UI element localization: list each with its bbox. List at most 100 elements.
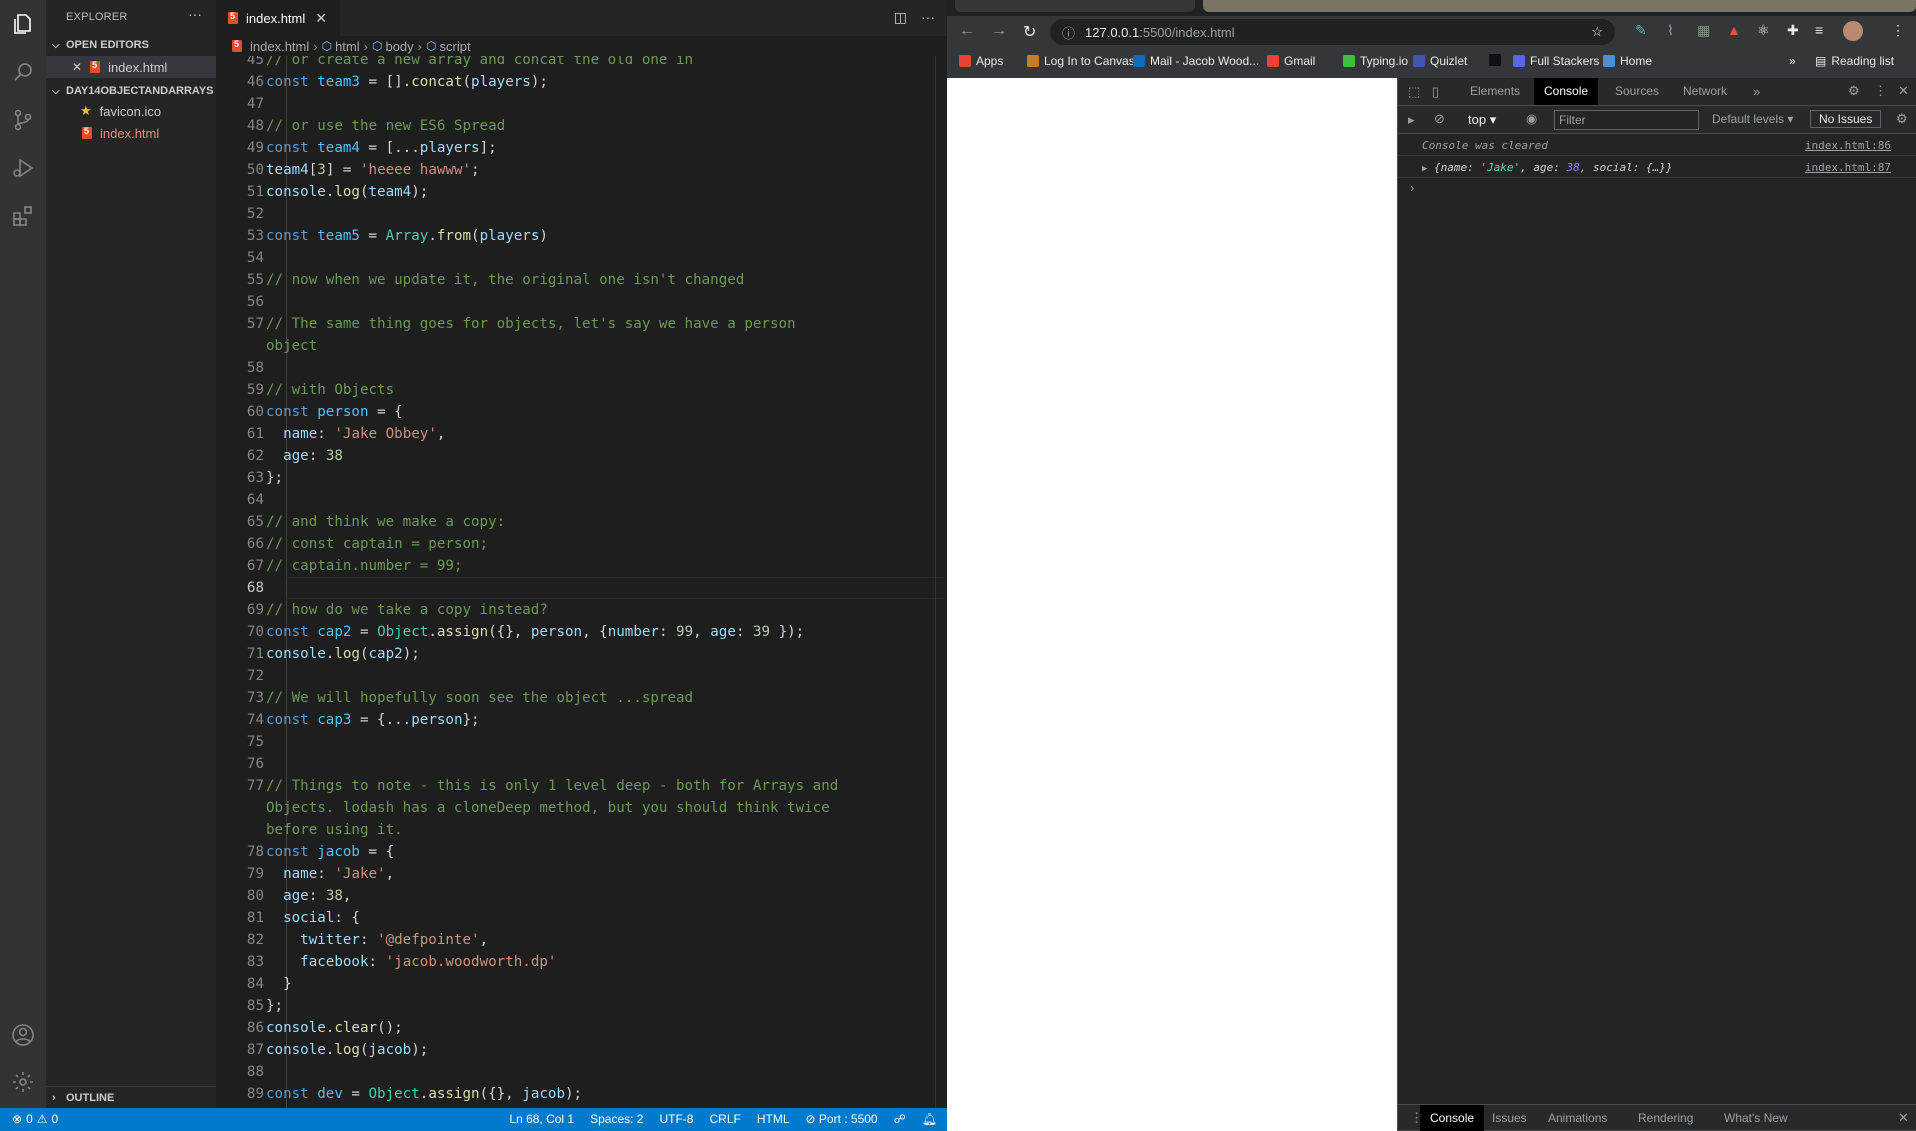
explorer-icon[interactable] bbox=[9, 10, 37, 38]
forward-icon[interactable]: → bbox=[991, 22, 1007, 40]
media-control-icon[interactable]: ≡ bbox=[1815, 22, 1823, 38]
drawer-tab[interactable]: Animations bbox=[1538, 1105, 1617, 1131]
bookmark-item[interactable]: Typing.io bbox=[1343, 54, 1408, 68]
code-line[interactable]: console.clear(); bbox=[266, 1017, 403, 1039]
bell-icon[interactable]: 🔔︎ bbox=[922, 1112, 937, 1126]
code-line[interactable]: const dev = Object.assign({}, jacob); bbox=[266, 1083, 582, 1105]
live-server-port[interactable]: ⊘ Port : 5500 bbox=[806, 1112, 878, 1126]
inspect-element-icon[interactable]: ⬚ bbox=[1408, 84, 1420, 100]
file-item[interactable]: ★ favicon.ico bbox=[46, 100, 216, 122]
bookmark-item[interactable]: Quizlet bbox=[1413, 54, 1467, 68]
extension-icon[interactable]: ▲ bbox=[1727, 22, 1741, 38]
run-debug-icon[interactable] bbox=[9, 154, 37, 182]
close-icon[interactable]: ✕ bbox=[72, 60, 82, 74]
feedback-icon[interactable]: ☍ bbox=[894, 1112, 906, 1126]
more-options-icon[interactable]: ⋮ bbox=[1874, 83, 1887, 99]
extensions-puzzle-icon[interactable]: ✚ bbox=[1787, 22, 1799, 39]
live-expression-eye-icon[interactable]: ◉ bbox=[1526, 111, 1537, 127]
settings-gear-icon[interactable] bbox=[9, 1068, 37, 1096]
code-line[interactable]: // now when we update it, the original o… bbox=[266, 269, 744, 291]
drawer-tab[interactable]: Console bbox=[1420, 1105, 1485, 1131]
breadcrumb-item[interactable]: html bbox=[335, 39, 360, 54]
more-actions-icon[interactable]: ··· bbox=[921, 9, 935, 26]
context-selector[interactable]: top ▾ bbox=[1468, 112, 1496, 128]
bookmark-star-icon[interactable]: ☆ bbox=[1591, 24, 1603, 40]
folder-section[interactable]: ⌵ DAY14OBJECTANDARRAYS bbox=[46, 80, 216, 102]
source-control-icon[interactable] bbox=[9, 106, 37, 134]
code-line[interactable]: const cap3 = {...person}; bbox=[266, 709, 480, 731]
bookmark-item[interactable]: Full Stackers bbox=[1513, 54, 1599, 68]
code-line[interactable]: const team5 = Array.from(players) bbox=[266, 225, 548, 247]
error-icon[interactable]: ⊗ bbox=[12, 1112, 22, 1126]
extension-icon[interactable]: ▦ bbox=[1697, 22, 1710, 39]
file-item[interactable]: index.html bbox=[46, 122, 216, 144]
code-line[interactable]: // Things to note - this is only 1 level… bbox=[266, 775, 838, 797]
close-drawer-icon[interactable]: ✕ bbox=[1898, 1110, 1909, 1126]
back-icon[interactable]: ← bbox=[959, 22, 975, 40]
close-icon[interactable]: ✕ bbox=[315, 10, 327, 27]
console-settings-icon[interactable]: ⚙ bbox=[1896, 111, 1908, 127]
settings-gear-icon[interactable]: ⚙ bbox=[1848, 83, 1860, 99]
breadcrumb-item[interactable]: script bbox=[440, 39, 471, 54]
code-line[interactable]: // captain.number = 99; bbox=[266, 555, 462, 577]
code-line[interactable]: // with Objects bbox=[266, 379, 394, 401]
extensions-icon[interactable] bbox=[9, 202, 37, 230]
bookmark-item[interactable]: Home bbox=[1603, 54, 1652, 68]
indentation[interactable]: Spaces: 2 bbox=[590, 1112, 643, 1126]
code-area[interactable]: 45// or create a new array and concat th… bbox=[216, 56, 947, 1108]
line-endings[interactable]: CRLF bbox=[709, 1112, 740, 1126]
more-actions-button[interactable]: ··· bbox=[188, 6, 202, 22]
logged-object[interactable]: {name: 'Jake', age: 38, social: {…}} bbox=[1434, 161, 1672, 174]
more-tabs-icon[interactable]: » bbox=[1753, 84, 1760, 99]
console-message[interactable]: ▶ {name: 'Jake', age: 38, social: {…}} i… bbox=[1398, 157, 1916, 178]
code-line[interactable]: console.log(team4); bbox=[266, 181, 428, 203]
drawer-tab[interactable]: Issues bbox=[1482, 1105, 1537, 1131]
language-mode[interactable]: HTML bbox=[757, 1112, 790, 1126]
tab-index-html[interactable]: index.html ✕ bbox=[216, 0, 340, 36]
code-line[interactable]: const team3 = [].concat(players); bbox=[266, 71, 548, 93]
code-line[interactable]: Objects. lodash has a cloneDeep method, … bbox=[266, 797, 830, 819]
url-input[interactable]: ⓘ 127.0.0.1:5500/index.html ☆ bbox=[1050, 19, 1615, 45]
warning-icon[interactable]: ⚠ bbox=[37, 1112, 48, 1126]
devtools-tab-elements[interactable]: Elements bbox=[1460, 78, 1530, 105]
cursor-position[interactable]: Ln 68, Col 1 bbox=[509, 1112, 574, 1126]
code-line[interactable]: console.log(cap2); bbox=[266, 643, 420, 665]
code-line[interactable]: facebook: 'jacob.woodworth.dp' bbox=[266, 951, 556, 973]
code-line[interactable]: object bbox=[266, 335, 317, 357]
close-devtools-icon[interactable]: ✕ bbox=[1898, 83, 1909, 99]
clear-console-icon[interactable]: ⊘ bbox=[1434, 111, 1445, 127]
log-levels-dropdown[interactable]: Default levels ▾ bbox=[1712, 112, 1793, 126]
source-link[interactable]: index.html:86 bbox=[1805, 135, 1891, 156]
info-icon[interactable]: ⓘ bbox=[1062, 23, 1075, 42]
breadcrumb-item[interactable]: body bbox=[385, 39, 413, 54]
code-line[interactable]: team4[3] = 'heeee hawww'; bbox=[266, 159, 480, 181]
open-editor-item[interactable]: ✕ index.html bbox=[46, 56, 216, 78]
console-prompt[interactable]: › bbox=[1410, 180, 1414, 195]
reading-list-button[interactable]: ▤ Reading list bbox=[1815, 54, 1894, 68]
code-line[interactable]: // const captain = person; bbox=[266, 533, 488, 555]
bookmark-item[interactable] bbox=[1489, 54, 1501, 66]
browser-tab[interactable] bbox=[1203, 0, 1916, 12]
bookmark-item[interactable]: Gmail bbox=[1267, 54, 1315, 68]
code-line[interactable]: // We will hopefully soon see the object… bbox=[266, 687, 693, 709]
error-count[interactable]: 0 bbox=[26, 1112, 33, 1126]
open-editors-section[interactable]: ⌵ OPEN EDITORS bbox=[46, 34, 216, 56]
browser-tab[interactable] bbox=[955, 0, 1195, 12]
encoding[interactable]: UTF-8 bbox=[659, 1112, 693, 1126]
code-line[interactable]: const team4 = [...players]; bbox=[266, 137, 497, 159]
code-line[interactable]: social: { bbox=[266, 907, 360, 929]
code-line[interactable]: const jacob = { bbox=[266, 841, 394, 863]
menu-kebab-icon[interactable]: ⋮ bbox=[1891, 22, 1905, 39]
code-line[interactable]: const person = { bbox=[266, 401, 403, 423]
breadcrumb-item[interactable]: index.html bbox=[250, 39, 309, 54]
bookmark-item[interactable]: Log In to Canvas bbox=[1027, 54, 1135, 68]
filter-input[interactable]: Filter bbox=[1554, 110, 1699, 130]
code-line[interactable]: } bbox=[266, 973, 292, 995]
profile-avatar[interactable] bbox=[1843, 21, 1863, 41]
code-line[interactable]: age: 38, bbox=[266, 885, 351, 907]
code-line[interactable]: const cap2 = Object.assign({}, person, {… bbox=[266, 621, 804, 643]
code-line[interactable]: // The same thing goes for objects, let'… bbox=[266, 313, 796, 335]
outline-section[interactable]: › OUTLINE bbox=[46, 1086, 216, 1108]
code-line[interactable]: }; bbox=[266, 467, 283, 489]
accounts-icon[interactable] bbox=[9, 1021, 37, 1049]
